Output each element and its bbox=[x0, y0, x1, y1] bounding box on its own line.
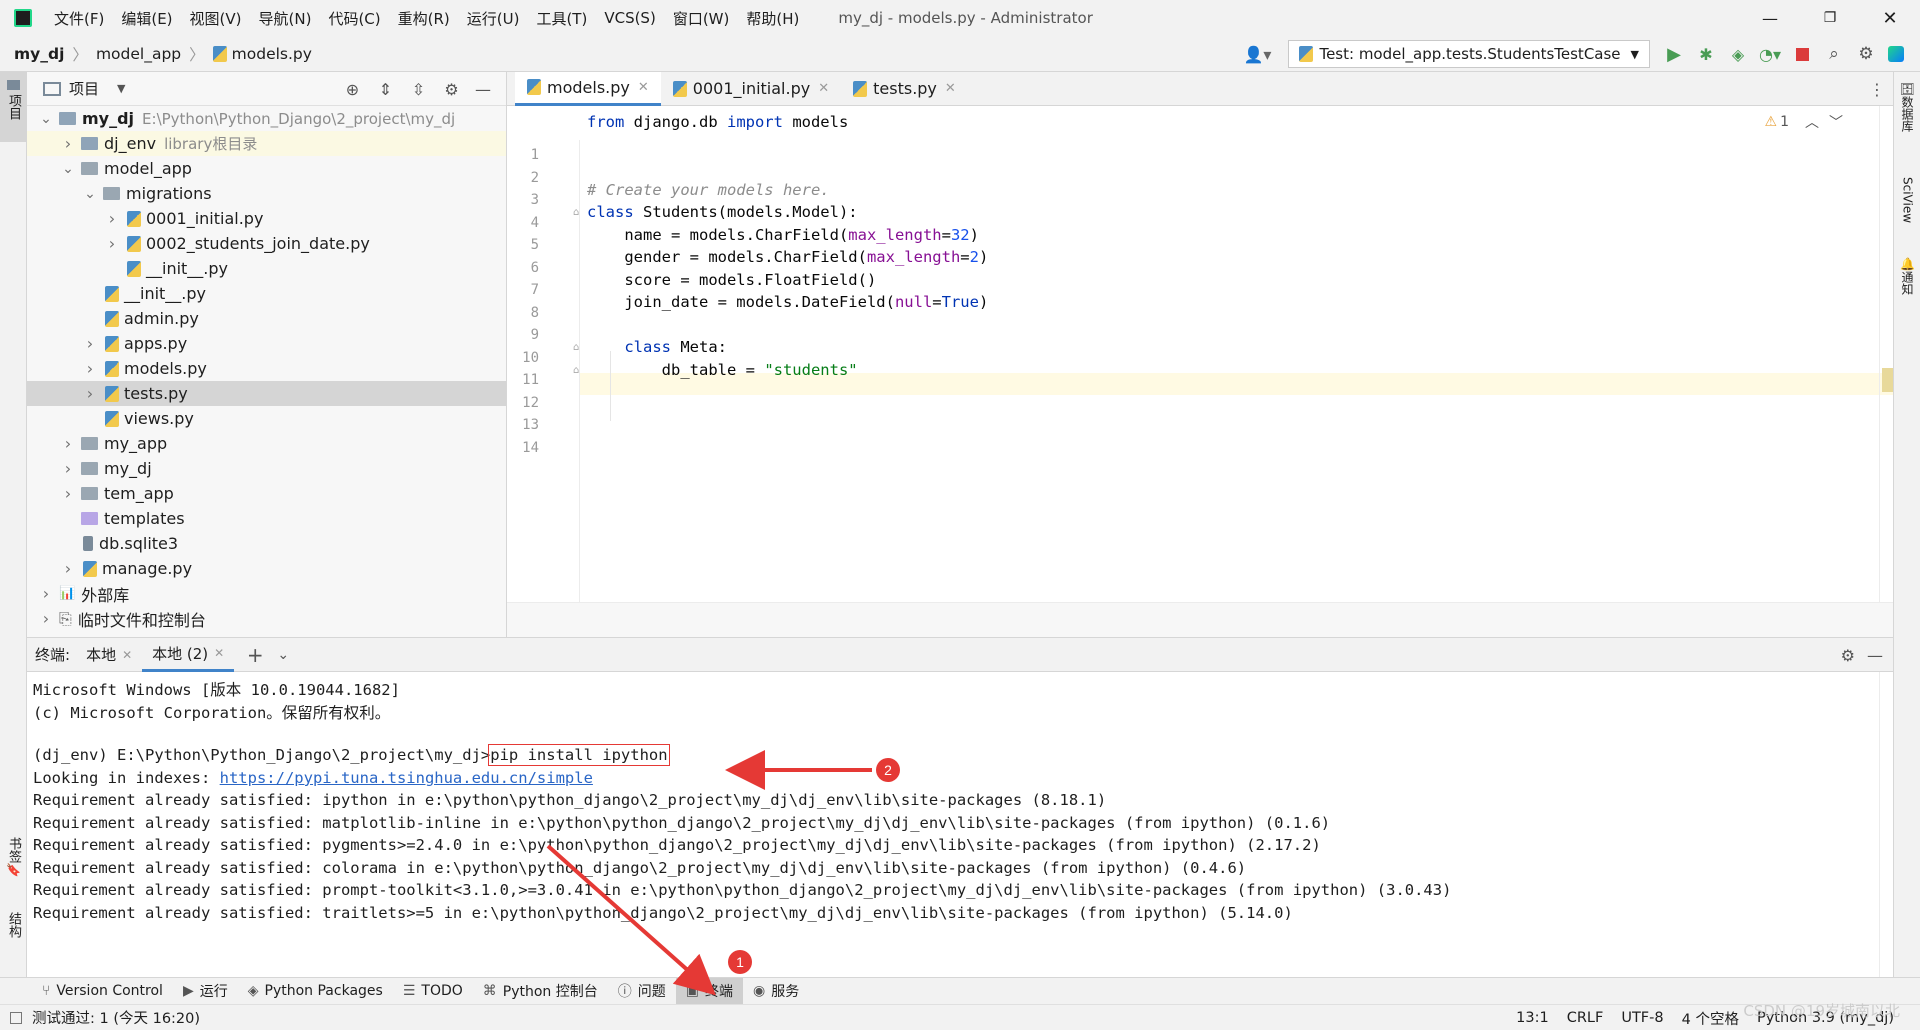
annotation-badge-1-label: 1 bbox=[736, 954, 744, 970]
annotation-badge-2-label: 2 bbox=[884, 762, 892, 778]
annotation-overlay: 1 2 bbox=[546, 750, 900, 996]
annotation-arrow-1 bbox=[546, 844, 716, 996]
